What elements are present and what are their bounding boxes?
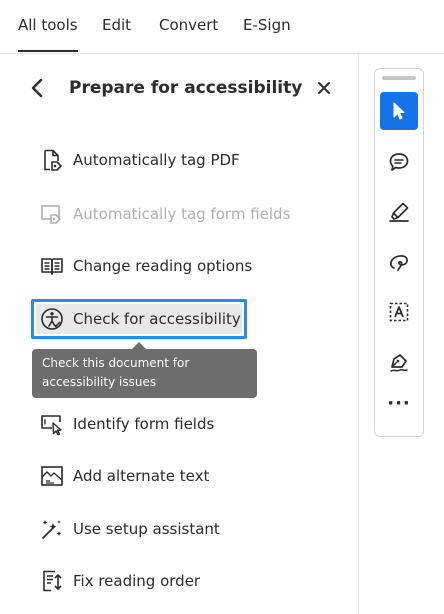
tool-label: Check for accessibility xyxy=(73,310,241,328)
quick-tools-toolbar: ··· xyxy=(374,68,424,437)
panel-divider xyxy=(358,54,359,614)
tool-label: Identify form fields xyxy=(73,415,215,433)
tools-panel: Prepare for accessibility Automatically … xyxy=(0,54,358,614)
tool-check-for-accessibility[interactable]: Check for accessibility xyxy=(31,299,247,339)
tool-change-reading-options[interactable]: Change reading options xyxy=(36,246,306,286)
close-icon xyxy=(318,82,330,94)
more-tools-button[interactable]: ··· xyxy=(380,394,418,424)
tool-label: Use setup assistant xyxy=(73,520,220,538)
top-tab-bar: All tools Edit Convert E-Sign xyxy=(0,0,444,54)
chevron-left-icon xyxy=(31,78,43,98)
highlighter-icon xyxy=(389,202,409,222)
tool-label: Automatically tag form fields xyxy=(73,205,291,223)
signature-pen-icon xyxy=(390,354,408,372)
reading-options-icon xyxy=(41,258,63,275)
tooltip-line-1: Check this document for xyxy=(42,356,190,370)
setup-assistant-icon xyxy=(42,520,62,539)
highlight-tool-button[interactable] xyxy=(380,193,418,231)
text-box-icon xyxy=(389,302,409,322)
freehand-draw-icon xyxy=(389,255,408,271)
comment-tool-button[interactable] xyxy=(380,143,418,181)
alternate-text-icon xyxy=(41,466,63,486)
select-tool-button[interactable] xyxy=(380,92,418,130)
tab-e-sign[interactable]: E-Sign xyxy=(243,0,291,52)
panel-title: Prepare for accessibility xyxy=(69,78,303,98)
text-box-tool-button[interactable] xyxy=(380,293,418,331)
tool-automatically-tag-pdf[interactable]: Automatically tag PDF xyxy=(36,140,306,180)
tool-label: Fix reading order xyxy=(73,572,201,590)
tool-use-setup-assistant[interactable]: Use setup assistant xyxy=(36,509,306,549)
pointer-icon xyxy=(393,102,405,120)
accessibility-check-icon xyxy=(41,308,63,330)
auto-tag-form-fields-icon xyxy=(41,205,61,224)
back-button[interactable] xyxy=(26,76,50,100)
tool-automatically-tag-form-fields: Automatically tag form fields xyxy=(36,194,306,234)
tool-identify-form-fields[interactable]: Identify form fields xyxy=(36,404,306,444)
tool-label: Change reading options xyxy=(73,257,253,275)
tooltip-arrow xyxy=(132,342,146,349)
sign-tool-button[interactable] xyxy=(380,343,418,381)
identify-form-fields-icon xyxy=(41,415,62,436)
tool-fix-reading-order[interactable]: Fix reading order xyxy=(36,561,306,601)
tab-convert[interactable]: Convert xyxy=(159,0,218,52)
tab-edit[interactable]: Edit xyxy=(102,0,131,52)
tooltip-line-2: accessibility issues xyxy=(42,375,157,389)
reading-order-icon xyxy=(43,570,62,592)
draw-tool-button[interactable] xyxy=(380,243,418,281)
tab-all-tools[interactable]: All tools xyxy=(18,0,78,52)
comment-icon xyxy=(389,153,409,171)
tool-label: Add alternate text xyxy=(73,467,210,485)
tool-label: Automatically tag PDF xyxy=(73,151,240,169)
tool-add-alternate-text[interactable]: Add alternate text xyxy=(36,456,306,496)
toolbar-drag-handle[interactable] xyxy=(382,76,416,80)
tooltip: Check this document for accessibility is… xyxy=(32,349,257,398)
close-panel-button[interactable] xyxy=(314,78,334,98)
auto-tag-pdf-icon xyxy=(44,149,62,171)
